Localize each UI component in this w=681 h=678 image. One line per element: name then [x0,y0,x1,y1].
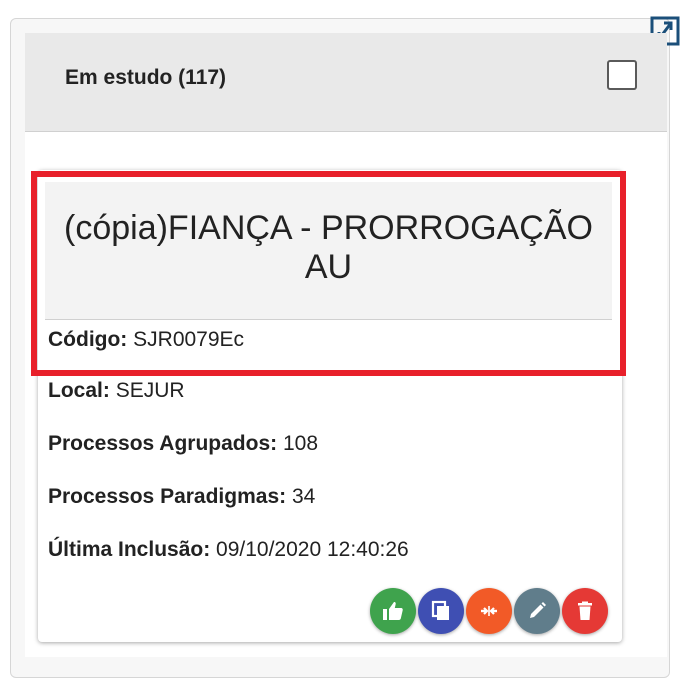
field-value: SEJUR [115,379,185,402]
copy-icon [431,600,449,620]
edit-icon [530,602,546,618]
field-processos-paradigmas: Processos Paradigmas: 34 [48,485,315,509]
copy-button[interactable] [418,588,464,634]
field-processos-agrupados: Processos Agrupados: 108 [48,432,318,456]
column-header: Em estudo (117) [25,33,667,132]
field-label: Última Inclusão: [48,538,211,561]
field-value: 34 [291,485,316,508]
highlight-box [31,171,626,376]
column-title: Em estudo (117) [65,66,227,89]
field-label: Processos Paradigmas: [48,485,287,508]
merge-button[interactable] [466,588,512,634]
field-value: 108 [282,432,319,455]
delete-icon [578,601,592,620]
field-local: Local: SEJUR [48,379,185,403]
select-all-checkbox[interactable] [607,60,637,90]
field-value: 09/10/2020 12:40:26 [216,538,409,561]
thumbs-up-icon [383,602,403,620]
delete-button[interactable] [562,588,608,634]
edit-button[interactable] [514,588,560,634]
field-label: Local: [48,379,110,402]
approve-button[interactable] [370,588,416,634]
field-ultima-inclusao: Última Inclusão: 09/10/2020 12:40:26 [48,538,409,562]
field-label: Processos Agrupados: [48,432,278,455]
merge-icon [481,606,497,616]
